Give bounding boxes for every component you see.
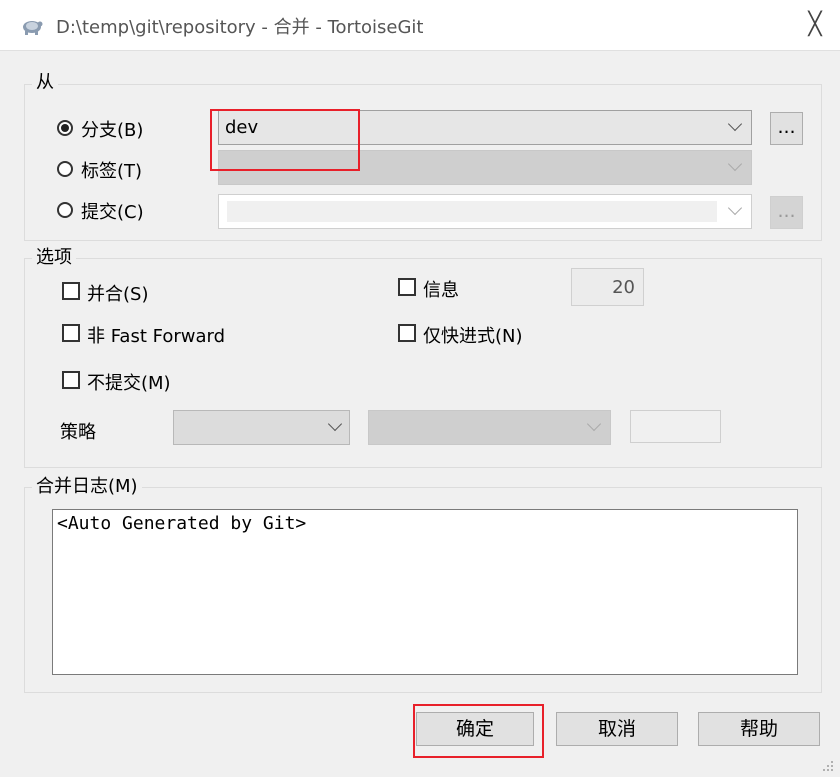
ff-only-checkbox[interactable]: 仅快进式(N): [398, 322, 558, 348]
radio-button[interactable]: [57, 120, 73, 136]
checkbox-box[interactable]: [398, 324, 416, 342]
options-legend: 选项: [32, 247, 76, 269]
strategy-param-field[interactable]: [630, 410, 721, 443]
message-checkbox[interactable]: 信息: [398, 276, 498, 302]
chevron-down-icon: [727, 156, 743, 172]
merge-log-text: <Auto Generated by Git>: [57, 513, 307, 534]
resize-grip-icon[interactable]: [822, 760, 834, 772]
tag-radio[interactable]: 标签(T): [57, 157, 177, 183]
no-commit-label: 不提交(M): [87, 373, 171, 394]
ok-highlight: [413, 704, 544, 758]
strategy-select[interactable]: [173, 410, 350, 445]
squash-checkbox[interactable]: 并合(S): [62, 280, 192, 306]
ff-only-label: 仅快进式(N): [423, 326, 523, 347]
radio-selected-dot: [61, 124, 69, 132]
checkbox-box[interactable]: [62, 371, 80, 389]
no-ff-label: 非 Fast Forward: [87, 326, 225, 347]
checkbox-box[interactable]: [62, 282, 80, 300]
strategy-option-select[interactable]: [368, 410, 611, 445]
commit-select[interactable]: [218, 194, 752, 229]
commit-radio[interactable]: 提交(C): [57, 198, 177, 224]
commit-select-field: [227, 201, 717, 222]
chevron-down-icon: [727, 200, 743, 216]
checkbox-box[interactable]: [398, 278, 416, 296]
branch-radio-label: 分支(B): [81, 120, 144, 141]
chevron-down-icon: [586, 416, 602, 432]
message-count-value: 20: [612, 277, 635, 298]
close-icon[interactable]: ╳: [800, 10, 830, 40]
radio-button[interactable]: [57, 161, 73, 177]
tortoisegit-icon: [23, 21, 43, 35]
squash-label: 并合(S): [87, 284, 149, 305]
message-count-field[interactable]: 20: [571, 268, 644, 306]
chevron-down-icon: [327, 416, 343, 432]
checkbox-box[interactable]: [62, 324, 80, 342]
branch-radio[interactable]: 分支(B): [57, 116, 177, 142]
radio-button[interactable]: [57, 202, 73, 218]
strategy-label: 策略: [60, 422, 96, 443]
from-legend: 从: [32, 72, 58, 94]
branch-browse-button[interactable]: ...: [770, 112, 803, 145]
merge-log-textarea[interactable]: <Auto Generated by Git>: [52, 509, 798, 675]
no-ff-checkbox[interactable]: 非 Fast Forward: [62, 322, 262, 348]
branch-highlight: [210, 109, 360, 171]
cancel-button[interactable]: 取消: [556, 712, 678, 746]
message-label: 信息: [423, 280, 459, 301]
tag-radio-label: 标签(T): [81, 161, 143, 182]
no-commit-checkbox[interactable]: 不提交(M): [62, 369, 212, 395]
help-button[interactable]: 帮助: [698, 712, 820, 746]
commit-browse-button[interactable]: ...: [770, 196, 803, 229]
merge-log-legend: 合并日志(M): [32, 476, 142, 498]
window-title: D:\temp\git\repository - 合并 - TortoiseGi…: [56, 17, 424, 38]
commit-radio-label: 提交(C): [81, 202, 144, 223]
chevron-down-icon: [727, 116, 743, 132]
